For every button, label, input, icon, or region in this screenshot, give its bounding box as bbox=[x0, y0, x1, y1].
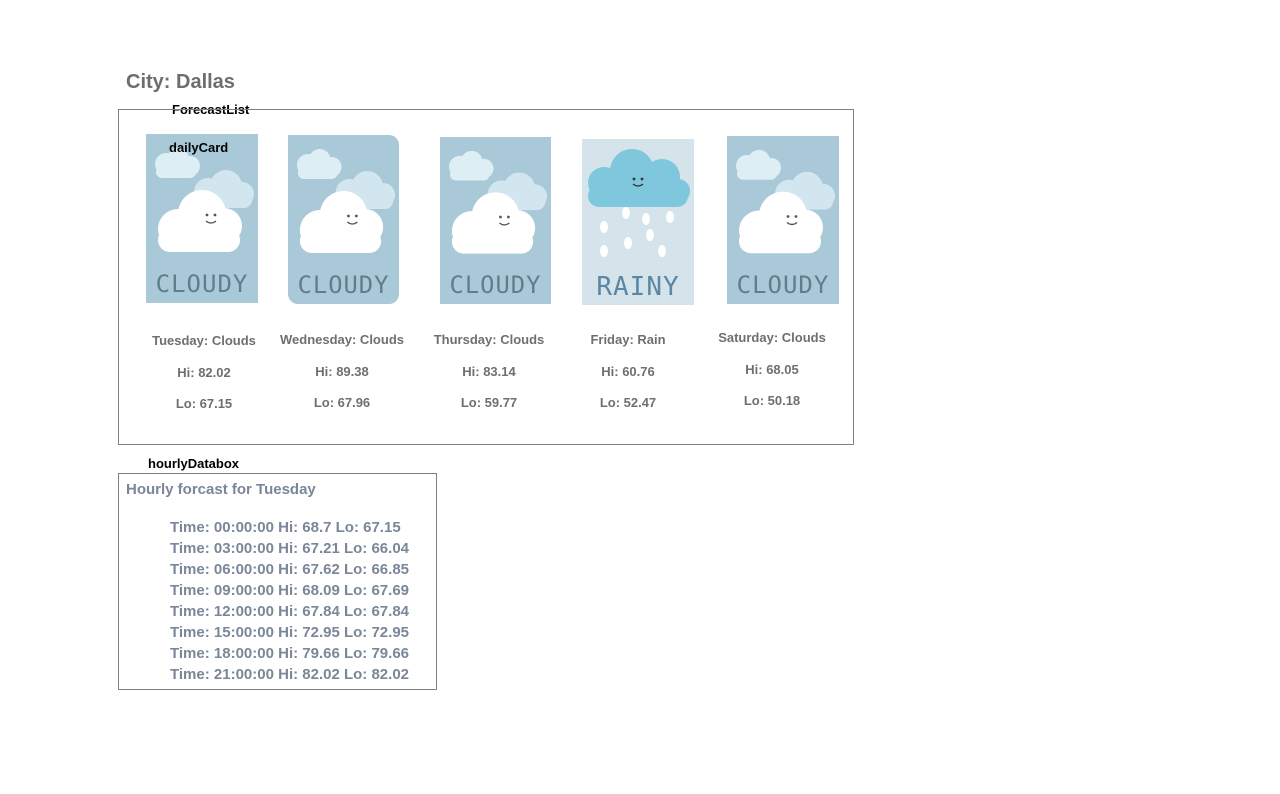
forecast-list: CLOUDY dailyCard Tuesday: Clouds Hi: 82.… bbox=[118, 109, 854, 445]
hourly-databox: Hourly forcast for Tuesday Time: 00:00:0… bbox=[118, 473, 437, 690]
day-label: Friday: Rain bbox=[590, 332, 666, 347]
hi-temp: Hi: 60.76 bbox=[601, 364, 655, 379]
hourly-row: Time: 12:00:00 Hi: 67.84 Lo: 67.84 bbox=[170, 603, 410, 620]
cloudy-icon: CLOUDY bbox=[288, 135, 399, 304]
hi-temp: Hi: 89.38 bbox=[315, 364, 369, 379]
hourly-row: Time: 00:00:00 Hi: 68.7 Lo: 67.15 bbox=[170, 519, 401, 536]
lo-temp: Lo: 67.96 bbox=[313, 395, 371, 410]
cloudy-icon: CLOUDY bbox=[146, 134, 258, 303]
hi-temp: Hi: 68.05 bbox=[745, 362, 799, 377]
hi-temp: Hi: 82.02 bbox=[177, 365, 231, 380]
hourly-list: Time: 00:00:00 Hi: 68.7 Lo: 67.15 Time: … bbox=[170, 517, 409, 685]
rainy-icon: RAINY bbox=[582, 139, 694, 305]
lo-temp: Lo: 67.15 bbox=[175, 396, 233, 411]
cloudy-icon: CLOUDY bbox=[727, 136, 839, 304]
day-label: Thursday: Clouds bbox=[433, 332, 545, 347]
city-title: City: Dallas bbox=[126, 71, 235, 93]
hourly-row: Time: 15:00:00 Hi: 72.95 Lo: 72.95 bbox=[170, 624, 410, 641]
svg-text:CLOUDY: CLOUDY bbox=[156, 270, 249, 298]
daily-card[interactable]: RAINY Friday: Rain Hi: 60.76 Lo: 52.47 bbox=[558, 110, 698, 440]
hourly-title: Hourly forcast for Tuesday bbox=[126, 481, 316, 498]
weather-app: City: Dallas ForecastList CLOUDY dailyCa… bbox=[0, 0, 1280, 794]
hourly-row: Time: 06:00:00 Hi: 67.62 Lo: 66.85 bbox=[170, 561, 410, 578]
svg-text:CLOUDY: CLOUDY bbox=[298, 271, 390, 299]
cloudy-icon: CLOUDY bbox=[440, 137, 551, 304]
lo-temp: Lo: 50.18 bbox=[743, 393, 801, 408]
hourly-row: Time: 21:00:00 Hi: 82.02 Lo: 82.02 bbox=[170, 666, 410, 683]
svg-text:CLOUDY: CLOUDY bbox=[737, 271, 830, 299]
hourly-row: Time: 03:00:00 Hi: 67.21 Lo: 66.04 bbox=[170, 540, 410, 557]
lo-temp: Lo: 59.77 bbox=[460, 395, 518, 410]
day-label: Wednesday: Clouds bbox=[279, 332, 404, 347]
lo-temp: Lo: 52.47 bbox=[599, 395, 657, 410]
hourly-row: Time: 09:00:00 Hi: 68.09 Lo: 67.69 bbox=[170, 582, 410, 599]
daily-card[interactable]: CLOUDY Thursday: Clouds Hi: 83.14 Lo: 59… bbox=[419, 110, 559, 440]
day-label: Saturday: Clouds bbox=[718, 330, 826, 345]
svg-text:CLOUDY: CLOUDY bbox=[450, 271, 542, 299]
hi-temp: Hi: 83.14 bbox=[462, 364, 516, 379]
svg-text:RAINY: RAINY bbox=[596, 272, 679, 302]
hourly-row: Time: 18:00:00 Hi: 79.66 Lo: 79.66 bbox=[170, 645, 410, 662]
daily-card-label: dailyCard bbox=[169, 140, 229, 155]
daily-card[interactable]: CLOUDY Saturday: Clouds Hi: 68.05 Lo: 50… bbox=[702, 110, 842, 440]
daily-card[interactable]: CLOUDY Wednesday: Clouds Hi: 89.38 Lo: 6… bbox=[272, 110, 412, 440]
hourly-databox-label: hourlyDatabox bbox=[148, 456, 240, 471]
day-label: Tuesday: Clouds bbox=[152, 333, 256, 348]
daily-card[interactable]: CLOUDY dailyCard Tuesday: Clouds Hi: 82.… bbox=[134, 110, 274, 440]
